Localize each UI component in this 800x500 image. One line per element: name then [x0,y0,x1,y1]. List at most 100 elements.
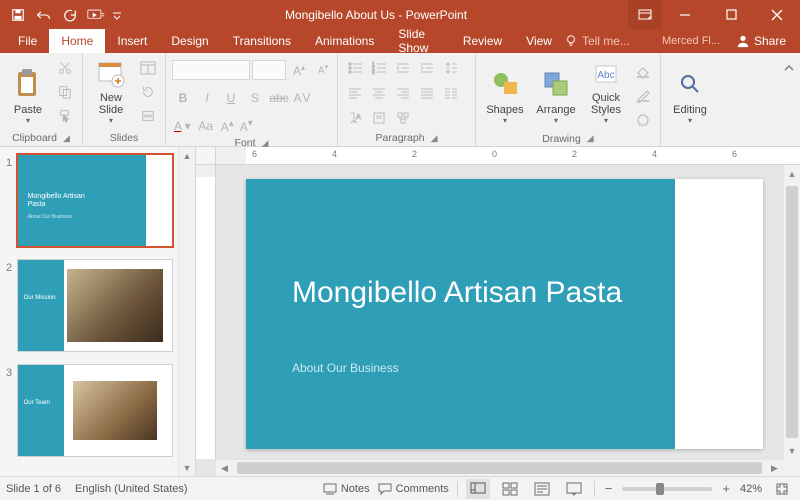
scroll-thumb[interactable] [237,462,762,474]
notes-button[interactable]: Notes [323,483,370,495]
arrange-button[interactable]: Arrange ▾ [532,55,580,127]
line-spacing-button[interactable] [440,57,462,79]
align-text-button[interactable] [368,107,390,129]
paragraph-dialog-launcher[interactable]: ◢ [431,133,438,144]
fit-to-window-button[interactable] [770,479,794,499]
slide-layout-button[interactable] [137,57,159,79]
qat-customize-button[interactable] [110,3,124,27]
italic-button[interactable]: I [196,87,218,109]
scroll-up-button[interactable]: ▲ [179,147,195,164]
collapse-ribbon-button[interactable] [778,57,800,79]
align-center-button[interactable] [368,82,390,104]
columns-button[interactable] [440,82,462,104]
section-button[interactable] [137,105,159,127]
change-case-button[interactable]: Aa [195,115,217,137]
vertical-scrollbar[interactable]: ▲ ▼ [783,165,800,459]
horizontal-ruler-track[interactable]: 6 4 2 0 2 4 6 [216,147,800,165]
font-family-combo[interactable] [172,60,250,80]
copy-button[interactable] [54,81,76,103]
maximize-button[interactable] [708,0,754,29]
cut-button[interactable] [54,57,76,79]
comments-button[interactable]: Comments [378,483,449,495]
slide[interactable]: Mongibello Artisan Pasta About Our Busin… [246,179,763,449]
underline-button[interactable]: U [220,87,242,109]
numbering-button[interactable]: 123 [368,57,390,79]
decrease-indent-button[interactable] [392,57,414,79]
scroll-up-button[interactable]: ▲ [784,165,800,182]
vertical-ruler[interactable] [196,165,216,459]
strikethrough-button[interactable]: abc [268,87,290,109]
tab-review[interactable]: Review [451,29,514,53]
zoom-slider[interactable] [622,487,712,491]
start-from-beginning-button[interactable] [84,3,108,27]
tab-view[interactable]: View [514,29,564,53]
increase-font-button[interactable]: A▴ [288,59,310,81]
increase-indent-button[interactable] [416,57,438,79]
tab-file[interactable]: File [6,29,49,53]
slide-canvas[interactable]: Mongibello Artisan Pasta About Our Busin… [216,165,783,459]
thumbnail-slide-3[interactable]: Our Team [18,365,172,456]
reading-view-button[interactable] [530,479,554,499]
tab-slideshow[interactable]: Slide Show [386,29,450,53]
highlight-button[interactable]: A▴ [219,115,236,137]
scroll-track[interactable] [784,182,800,442]
zoom-in-button[interactable]: + [720,481,732,496]
scroll-down-button[interactable]: ▼ [784,442,800,459]
shapes-button[interactable]: Shapes ▾ [482,55,528,127]
shape-effects-button[interactable] [632,109,654,131]
scroll-left-button[interactable]: ◀ [216,460,233,476]
normal-view-button[interactable] [466,479,490,499]
scroll-track[interactable] [179,164,195,459]
ribbon-display-options-button[interactable] [628,0,662,29]
thumbnails-scrollbar[interactable]: ▲ ▼ [178,147,195,476]
slide-title[interactable]: Mongibello Artisan Pasta [292,275,622,311]
tab-home[interactable]: Home [49,29,105,53]
text-direction-button[interactable]: A [344,107,366,129]
minimize-button[interactable] [662,0,708,29]
thumbnail-slide-2[interactable]: Our Mission [18,260,172,351]
font-color-button[interactable]: A ▾ [172,115,193,137]
quick-styles-button[interactable]: Abc Quick Styles ▾ [584,55,628,127]
tab-animations[interactable]: Animations [303,29,386,53]
tab-insert[interactable]: Insert [105,29,159,53]
scroll-right-button[interactable]: ▶ [766,460,783,476]
shape-outline-button[interactable] [632,85,654,107]
slideshow-view-button[interactable] [562,479,586,499]
zoom-slider-thumb[interactable] [656,483,664,495]
bold-button[interactable]: B [172,87,194,109]
clear-formatting-button[interactable]: A▾ [238,115,255,137]
slide-subtitle[interactable]: About Our Business [292,361,399,375]
reset-slide-button[interactable] [137,81,159,103]
save-button[interactable] [6,3,30,27]
decrease-font-button[interactable]: A▾ [312,59,334,81]
paste-button[interactable]: Paste ▾ [6,55,50,127]
shadow-button[interactable]: S [244,87,266,109]
tell-me-search[interactable]: Tell me... [564,34,654,48]
zoom-out-button[interactable]: − [603,481,615,496]
undo-button[interactable] [32,3,56,27]
editing-button[interactable]: Editing ▾ [667,55,713,127]
account-name[interactable]: Merced Fl... [656,35,726,47]
close-button[interactable] [754,0,800,29]
language-indicator[interactable]: English (United States) [75,483,188,495]
format-painter-button[interactable] [54,105,76,127]
scroll-down-button[interactable]: ▼ [179,459,195,476]
scroll-thumb[interactable] [786,186,798,438]
tab-design[interactable]: Design [159,29,220,53]
character-spacing-button[interactable]: AV [292,87,314,109]
slide-sorter-view-button[interactable] [498,479,522,499]
shape-fill-button[interactable] [632,61,654,83]
clipboard-dialog-launcher[interactable]: ◢ [63,133,70,144]
font-size-combo[interactable] [252,60,286,80]
slide-indicator[interactable]: Slide 1 of 6 [6,483,61,495]
scroll-track[interactable] [233,460,766,476]
align-right-button[interactable] [392,82,414,104]
bullets-button[interactable] [344,57,366,79]
thumbnail-slide-1[interactable]: Mongibello Artisan Pasta About Our Busin… [18,155,172,246]
share-button[interactable]: Share [728,34,794,48]
tab-transitions[interactable]: Transitions [221,29,303,53]
align-left-button[interactable] [344,82,366,104]
redo-button[interactable] [58,3,82,27]
new-slide-button[interactable]: New Slide ▾ [89,55,133,127]
drawing-dialog-launcher[interactable]: ◢ [587,133,594,144]
